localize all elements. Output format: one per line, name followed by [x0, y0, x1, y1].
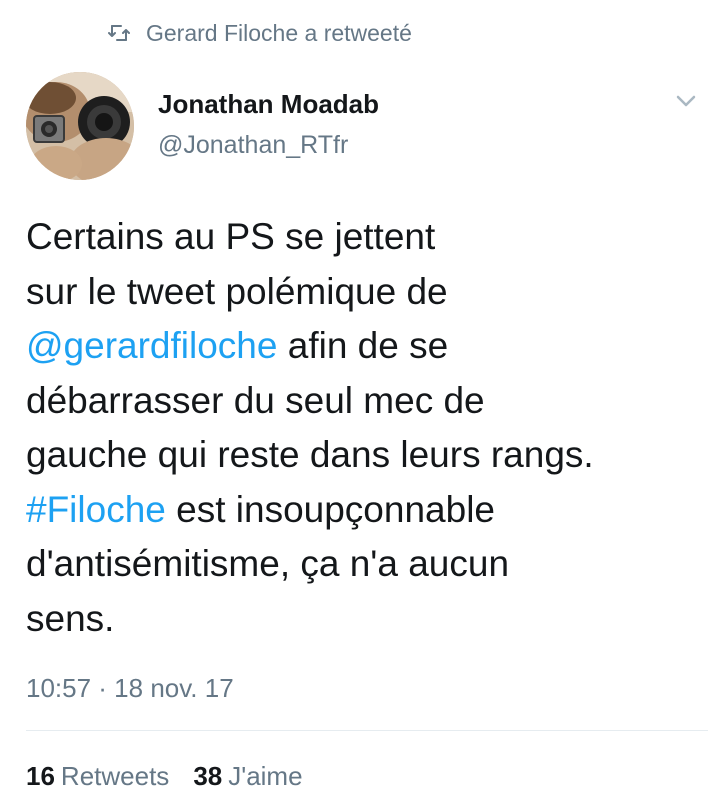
likes-count: 38: [193, 761, 223, 791]
retweet-header-text[interactable]: Gerard Filoche a retweeté: [146, 20, 412, 47]
tweet-text-segment: Certains au PS se jettent: [26, 216, 436, 257]
tweet-text-segment: sens.: [26, 597, 115, 639]
tweet-text-segment: est insoupçonnable: [165, 488, 495, 530]
tweet-line: @gerardfiloche afin de se: [26, 319, 698, 374]
hashtag-link[interactable]: #Filoche: [26, 489, 166, 530]
tweet-line: sur le tweet polémique de: [26, 265, 698, 320]
divider: [26, 730, 708, 731]
author-block: Jonathan Moadab @Jonathan_RTfr: [158, 88, 379, 162]
retweets-label: Retweets: [60, 761, 170, 791]
tweet-timestamp[interactable]: 10:57 · 18 nov. 17: [26, 670, 234, 706]
tweet-line: gauche qui reste dans leurs rangs.: [26, 428, 698, 483]
tweet-text-segment: afin de se: [277, 325, 449, 366]
tweet-line: d'antisémitisme, ça n'a aucun: [26, 537, 698, 592]
likes-stat[interactable]: 38 J'aime: [193, 758, 302, 794]
avatar[interactable]: [26, 72, 134, 180]
author-handle[interactable]: @Jonathan_RTfr: [158, 128, 379, 162]
avatar-photo: [26, 72, 134, 180]
retweets-stat[interactable]: 16 Retweets: [26, 758, 169, 794]
retweet-icon: [108, 23, 130, 43]
tweet-text-segment: sur le tweet polémique de: [26, 270, 448, 312]
tweet-stats: 16 Retweets 38 J'aime: [26, 758, 303, 794]
chevron-down-icon[interactable]: [672, 90, 700, 112]
tweet-text-segment: gauche qui reste dans leurs rangs.: [26, 434, 594, 475]
tweet-text-segment: d'antisémitisme, ça n'a aucun: [26, 543, 510, 584]
author-name[interactable]: Jonathan Moadab: [158, 88, 379, 120]
tweet-line: #Filoche est insoupçonnable: [26, 483, 698, 538]
likes-label: J'aime: [228, 761, 303, 791]
tweet-line: débarrasser du seul mec de: [26, 374, 698, 429]
retweet-header: Gerard Filoche a retweeté: [108, 16, 412, 50]
tweet-line: Certains au PS se jettent: [26, 210, 698, 265]
tweet-text-segment: débarrasser du seul mec de: [26, 379, 485, 421]
retweets-count: 16: [26, 761, 55, 791]
tweet-line: sens.: [26, 592, 698, 647]
mention-link[interactable]: @gerardfiloche: [26, 325, 277, 366]
tweet-text: Certains au PS se jettent sur le tweet po…: [26, 210, 698, 646]
